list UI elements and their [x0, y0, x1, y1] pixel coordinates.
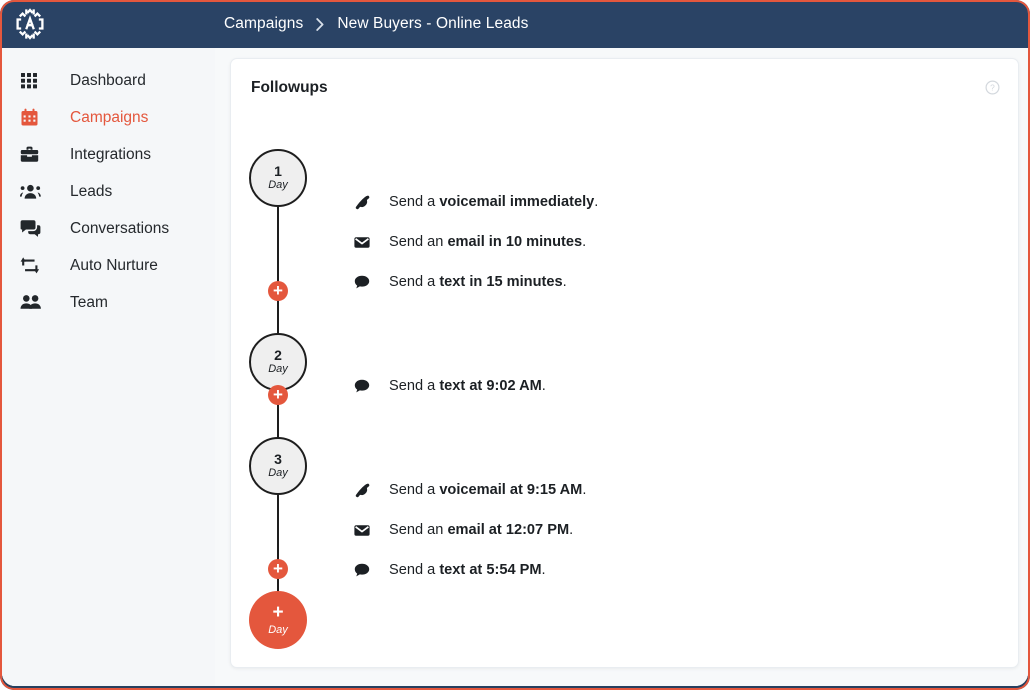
- action-row[interactable]: Send a voicemail immediately.: [351, 192, 598, 212]
- plus-icon: +: [273, 384, 283, 404]
- grid-icon: [20, 71, 50, 90]
- add-step-button[interactable]: +: [268, 281, 288, 301]
- action-row[interactable]: Send an email in 10 minutes.: [351, 232, 586, 252]
- sidebar-item-label: Campaigns: [70, 108, 149, 126]
- sidebar-item-team[interactable]: Team: [2, 284, 215, 321]
- add-day-button[interactable]: + Day: [249, 591, 307, 649]
- sidebar-item-auto-nurture[interactable]: Auto Nurture: [2, 247, 215, 284]
- action-row[interactable]: Send a text at 5:54 PM.: [351, 560, 546, 580]
- breadcrumb-separator-icon: [316, 17, 324, 31]
- envelope-icon: [351, 524, 373, 537]
- sidebar: Dashboard Campaigns Integrations Leads C…: [2, 48, 215, 686]
- action-text: Send a text in 15 minutes.: [389, 274, 567, 290]
- day-label: Day: [268, 623, 288, 636]
- followups-timeline: 1 Day + 2 Day + 3 Day + + Day Send a voi…: [231, 59, 1018, 667]
- chevron-right-icon: [316, 17, 324, 31]
- action-row[interactable]: Send a voicemail at 9:15 AM.: [351, 480, 586, 500]
- day-label: Day: [268, 363, 288, 376]
- envelope-icon: [351, 236, 373, 249]
- day-label: Day: [268, 179, 288, 192]
- day-number: 1: [274, 162, 282, 179]
- sidebar-item-leads[interactable]: Leads: [2, 173, 215, 210]
- sidebar-item-label: Team: [70, 293, 108, 311]
- sidebar-item-label: Leads: [70, 182, 113, 200]
- plus-icon: +: [273, 280, 283, 300]
- action-row[interactable]: Send an email at 12:07 PM.: [351, 520, 573, 540]
- sidebar-item-label: Dashboard: [70, 71, 146, 89]
- action-text: Send an email at 12:07 PM.: [389, 522, 574, 538]
- action-row[interactable]: Send a text at 9:02 AM.: [351, 376, 546, 396]
- chat-bubbles-icon: [20, 219, 50, 238]
- users-group-icon: [20, 182, 50, 201]
- breadcrumb-campaigns[interactable]: Campaigns: [224, 15, 303, 33]
- people-icon: [20, 293, 50, 312]
- action-text: Send a voicemail immediately.: [389, 194, 599, 210]
- breadcrumb: Campaigns New Buyers - Online Leads: [224, 15, 528, 33]
- chat-bubble-icon: [351, 275, 373, 289]
- sidebar-item-integrations[interactable]: Integrations: [2, 136, 215, 173]
- followups-card: Followups ? 1 Day + 2 Day + 3 Day + + Da…: [230, 58, 1019, 668]
- day-number: 3: [274, 450, 282, 467]
- plus-icon: +: [273, 558, 283, 578]
- chat-bubble-icon: [351, 563, 373, 577]
- sidebar-item-conversations[interactable]: Conversations: [2, 210, 215, 247]
- day-node-2[interactable]: 2 Day: [249, 333, 307, 391]
- action-text: Send a text at 5:54 PM.: [389, 562, 546, 578]
- calendar-icon: [20, 108, 50, 127]
- action-text: Send an email in 10 minutes.: [389, 234, 587, 250]
- app-window: Campaigns New Buyers - Online Leads Dash…: [0, 0, 1030, 690]
- body: Dashboard Campaigns Integrations Leads C…: [2, 48, 1028, 686]
- action-text: Send a text at 9:02 AM.: [389, 378, 546, 394]
- sidebar-item-label: Conversations: [70, 219, 170, 237]
- toolbox-icon: [20, 145, 50, 164]
- window-content: Campaigns New Buyers - Online Leads Dash…: [2, 0, 1028, 686]
- top-bar: Campaigns New Buyers - Online Leads: [2, 0, 1028, 48]
- app-logo[interactable]: [2, 0, 58, 48]
- breadcrumb-current: New Buyers - Online Leads: [337, 15, 529, 32]
- day-node-3[interactable]: 3 Day: [249, 437, 307, 495]
- phone-icon: [351, 483, 373, 498]
- add-step-button[interactable]: +: [268, 559, 288, 579]
- appointments-logo-icon: [16, 8, 44, 40]
- sidebar-item-campaigns[interactable]: Campaigns: [2, 99, 215, 136]
- sidebar-item-label: Integrations: [70, 145, 151, 163]
- chat-bubble-icon: [351, 379, 373, 393]
- action-text: Send a voicemail at 9:15 AM.: [389, 482, 587, 498]
- main-content: Followups ? 1 Day + 2 Day + 3 Day + + Da…: [215, 48, 1028, 686]
- day-node-1[interactable]: 1 Day: [249, 149, 307, 207]
- phone-icon: [351, 195, 373, 210]
- sidebar-item-label: Auto Nurture: [70, 256, 158, 274]
- sidebar-item-dashboard[interactable]: Dashboard: [2, 62, 215, 99]
- day-number: 2: [274, 346, 282, 363]
- day-label: Day: [268, 467, 288, 480]
- action-row[interactable]: Send a text in 15 minutes.: [351, 272, 567, 292]
- add-step-button[interactable]: +: [268, 385, 288, 405]
- plus-icon: +: [272, 601, 284, 623]
- repeat-icon: [20, 256, 50, 275]
